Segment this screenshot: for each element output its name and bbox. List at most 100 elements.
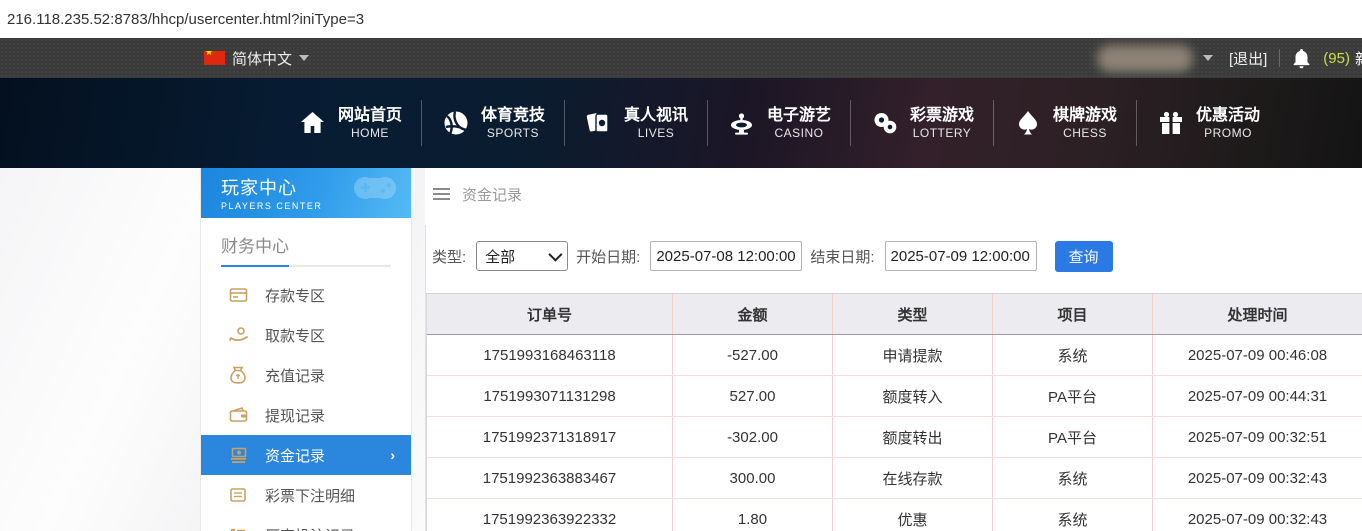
- type-select[interactable]: 全部: [476, 241, 569, 271]
- sidebar-item-label: 取款专区: [265, 327, 326, 345]
- column-header: 处理时间: [1227, 306, 1288, 324]
- column-header: 项目: [993, 294, 1153, 334]
- china-flag-icon: ★: [204, 51, 225, 65]
- logout-button[interactable]: [退出]: [1229, 48, 1267, 69]
- recharge-record-icon: [229, 366, 249, 384]
- nav-divider: [420, 100, 422, 146]
- table-cell: 2025-07-09 00:44:31: [1187, 387, 1328, 405]
- table-cell: -527.00: [673, 335, 833, 375]
- table-cell: 1.80: [673, 499, 833, 531]
- table-cell: 1751993071131298: [427, 376, 673, 416]
- nav-title: 棋牌游戏: [1053, 106, 1118, 124]
- nav-item-sports[interactable]: 体育竞技 SPORTS: [424, 106, 562, 141]
- table-cell: 1751992363922332: [427, 499, 673, 531]
- bell-icon[interactable]: [1292, 48, 1311, 69]
- nav-divider: [850, 100, 851, 146]
- message-new-label[interactable]: 新: [1355, 48, 1362, 69]
- nav-title: 电子游艺: [766, 106, 831, 124]
- username-blurred[interactable]: [1096, 44, 1193, 72]
- sidebar-item-label: 厅室投注记录: [265, 525, 355, 531]
- sidebar-item-label: 存款专区: [265, 287, 326, 305]
- browser-address-bar[interactable]: 216.118.235.52:8783/hhcp/usercenter.html…: [0, 0, 1362, 39]
- message-count[interactable]: (95): [1323, 50, 1350, 67]
- nav-item-casino[interactable]: 电子游艺 CASINO: [710, 106, 848, 141]
- table-cell: 在线存款: [833, 458, 993, 498]
- sidebar-item[interactable]: 存款专区: [201, 275, 411, 315]
- nav-item-lottery[interactable]: 彩票游戏 LOTTERY: [853, 106, 991, 141]
- table-cell: 系统: [993, 458, 1153, 498]
- nav-title: 彩票游戏: [910, 106, 975, 124]
- nav-item-chess[interactable]: 棋牌游戏 CHESS: [996, 106, 1134, 141]
- table-cell: 1751992371318917: [427, 417, 673, 457]
- language-selector[interactable]: ★ 简体中文: [204, 38, 310, 78]
- start-date-input[interactable]: [650, 241, 803, 271]
- sidebar-item[interactable]: 资金记录 ›: [201, 435, 411, 475]
- lottery-bets-icon: [229, 486, 249, 504]
- filter-bar: 类型: 全部 开始日期: 结束日期: 查询: [426, 225, 1362, 273]
- main-content: 资金记录 类型: 全部 开始日期: 结束日期: 查询 订单号金额类型项目 处理时间…: [425, 168, 1362, 531]
- table-row: 1751992371318917 -302.00 额度转出 PA平台 2025-07-0…: [427, 417, 1362, 458]
- main-nav: 网站首页 HOME 体育竞技 SPORTS 真人视讯 LIVES 电子游艺 CASINO 彩票游…: [0, 78, 1362, 168]
- nav-item-promo[interactable]: 优惠活动 PROMO: [1139, 106, 1277, 141]
- nav-title: 优惠活动: [1196, 106, 1261, 124]
- sidebar-item[interactable]: 提现记录: [201, 395, 411, 435]
- nav-divider: [993, 100, 995, 146]
- sidebar-item[interactable]: 厅室投注记录: [201, 515, 411, 531]
- nav-item-home[interactable]: 网站首页 HOME: [281, 106, 419, 141]
- table-cell: 1751993168463118: [427, 335, 673, 375]
- table-cell: 优惠: [833, 499, 993, 531]
- nav-item-lives[interactable]: 真人视讯 LIVES: [567, 106, 705, 141]
- table-cell: 2025-07-09 00:32:51: [1187, 428, 1328, 446]
- table-cell: 1751992363883467: [427, 458, 673, 498]
- table-row: 1751993168463118 -527.00 申请提款 系统 2025-07-09 …: [427, 335, 1362, 376]
- breadcrumb: 资金记录: [425, 168, 1362, 220]
- column-header: 订单号: [427, 294, 673, 334]
- nav-subtitle: CHESS: [1063, 125, 1107, 140]
- sidebar-item[interactable]: 取款专区: [201, 315, 411, 355]
- room-bets-icon: [229, 526, 249, 531]
- page-title: 资金记录: [462, 186, 523, 204]
- spade-icon: [1013, 110, 1043, 136]
- table-row: 1751992363922332 1.80 优惠 系统 2025-07-09 00:32…: [427, 499, 1362, 531]
- end-date-input[interactable]: [884, 241, 1037, 271]
- caret-down-icon[interactable]: [1202, 55, 1213, 61]
- table-row: 1751993071131298 527.00 额度转入 PA平台 2025-07-09…: [427, 376, 1362, 417]
- table-cell: 申请提款: [833, 335, 993, 375]
- sidebar-item-label: 资金记录: [265, 447, 326, 465]
- nav-subtitle: SPORTS: [486, 125, 540, 140]
- table-cell: 额度转出: [833, 417, 993, 457]
- withdrawal-record-icon: [229, 406, 249, 424]
- nav-divider: [1136, 100, 1138, 146]
- funds-table: 订单号 金额 类型 项目 处理时间 1751993168463118 -527.00 申请提款…: [426, 293, 1362, 531]
- table-row: 1751992363883467 300.00 在线存款 系统 2025-07-09 0…: [427, 458, 1362, 499]
- sidebar-item[interactable]: 彩票下注明细: [201, 475, 411, 515]
- caret-down-icon: [299, 55, 310, 61]
- top-utility-bar: ★ 简体中文 [退出] (95) 新: [0, 38, 1362, 78]
- table-cell: 额度转入: [833, 376, 993, 416]
- nav-title: 网站首页: [337, 106, 402, 124]
- nav-subtitle: LOTTERY: [912, 125, 972, 140]
- end-date-label: 结束日期:: [810, 248, 875, 266]
- type-label: 类型:: [432, 248, 467, 266]
- funds-record-icon: [229, 446, 249, 464]
- nav-divider: [563, 100, 565, 146]
- start-date-label: 开始日期:: [576, 248, 641, 266]
- language-label: 简体中文: [232, 50, 293, 68]
- records-panel: 类型: 全部 开始日期: 结束日期: 查询 订单号金额类型项目 处理时间 17519…: [425, 225, 1362, 531]
- nav-subtitle: LIVES: [637, 125, 675, 140]
- table-cell: 2025-07-09 00:32:43: [1187, 510, 1328, 528]
- table-cell: PA平台: [993, 376, 1153, 416]
- nav-subtitle: CASINO: [774, 125, 824, 140]
- nav-subtitle: PROMO: [1204, 125, 1252, 140]
- column-header: 金额: [673, 294, 833, 334]
- table-cell: 系统: [993, 335, 1153, 375]
- divider: [1279, 49, 1281, 67]
- chevron-right-icon: ›: [390, 447, 395, 463]
- home-icon: [298, 110, 328, 136]
- table-cell: 300.00: [673, 458, 833, 498]
- search-button[interactable]: 查询: [1054, 240, 1113, 272]
- sidebar-item[interactable]: 充值记录: [201, 355, 411, 395]
- live-cards-icon: [584, 110, 614, 136]
- withdraw-icon: [229, 326, 249, 344]
- chevron-down-icon: [548, 247, 563, 262]
